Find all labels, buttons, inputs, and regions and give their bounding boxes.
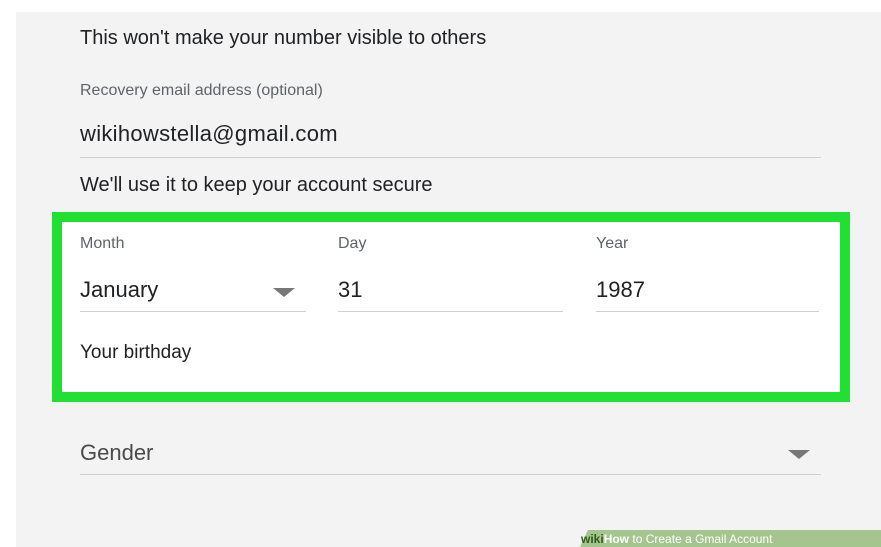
month-select[interactable]: January bbox=[80, 277, 158, 303]
year-input[interactable]: 1987 bbox=[596, 277, 645, 303]
watermark-text: wikiHow to Create a Gmail Account bbox=[581, 532, 772, 546]
chevron-down-icon[interactable] bbox=[788, 450, 810, 459]
month-underline bbox=[80, 311, 306, 312]
gender-underline bbox=[80, 474, 821, 475]
day-input[interactable]: 31 bbox=[338, 277, 362, 303]
watermark-brand-wiki: wiki bbox=[581, 532, 604, 546]
day-label: Day bbox=[338, 235, 367, 252]
watermark-title: to Create a Gmail Account bbox=[632, 532, 773, 546]
phone-visibility-hint: This won't make your number visible to o… bbox=[80, 27, 487, 49]
recovery-email-hint: We'll use it to keep your account secure bbox=[80, 174, 433, 196]
birthday-hint: Your birthday bbox=[80, 342, 192, 363]
recovery-email-underline bbox=[80, 157, 821, 158]
day-underline bbox=[338, 311, 563, 312]
recovery-email-input[interactable]: wikihowstella@gmail.com bbox=[80, 121, 338, 147]
year-label: Year bbox=[596, 235, 629, 252]
watermark-brand-how: How bbox=[603, 532, 630, 546]
birthday-highlight-box bbox=[52, 212, 850, 402]
month-label: Month bbox=[80, 235, 125, 252]
recovery-email-label: Recovery email address (optional) bbox=[80, 82, 323, 99]
gender-select[interactable]: Gender bbox=[80, 440, 153, 466]
chevron-down-icon[interactable] bbox=[273, 288, 295, 297]
year-underline bbox=[596, 311, 819, 312]
